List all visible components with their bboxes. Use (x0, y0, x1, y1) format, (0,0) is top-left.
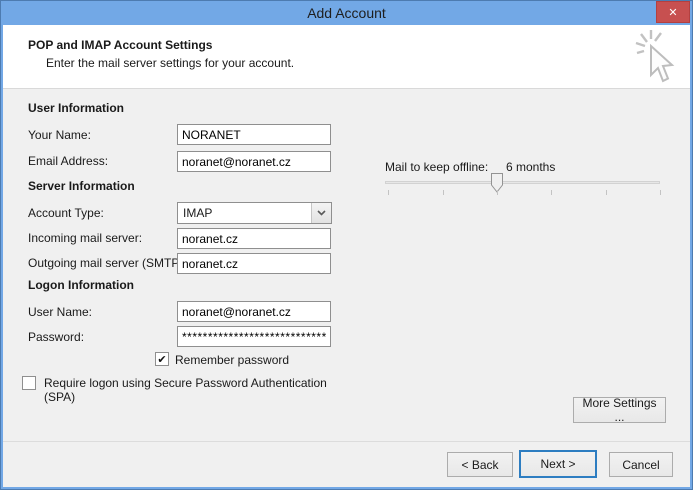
offline-slider-track[interactable] (385, 181, 660, 184)
next-button[interactable]: Next > (519, 450, 597, 478)
your-name-label: Your Name: (28, 128, 91, 142)
slider-tick (660, 190, 661, 195)
account-type-label: Account Type: (28, 206, 104, 220)
click-cursor-icon (634, 29, 678, 87)
add-account-dialog: Add Account ✕ POP and IMAP Account Setti… (0, 0, 693, 490)
chevron-down-icon (317, 210, 326, 216)
incoming-server-input[interactable] (177, 228, 331, 249)
password-label: Password: (28, 330, 84, 344)
email-address-label: Email Address: (28, 154, 108, 168)
cancel-button[interactable]: Cancel (609, 452, 673, 477)
close-button[interactable]: ✕ (656, 1, 690, 23)
outgoing-server-input[interactable] (177, 253, 331, 274)
slider-tick (388, 190, 389, 195)
your-name-input[interactable] (177, 124, 331, 145)
outgoing-server-label: Outgoing mail server (SMTP): (28, 256, 187, 270)
back-button[interactable]: < Back (447, 452, 513, 477)
slider-tick (606, 190, 607, 195)
window-title: Add Account (307, 5, 386, 21)
section-logon-information: Logon Information (28, 278, 134, 292)
slider-tick (551, 190, 552, 195)
email-address-input[interactable] (177, 151, 331, 172)
combo-dropdown-button[interactable] (311, 203, 331, 223)
slider-tick (443, 190, 444, 195)
page-subtitle: Enter the mail server settings for your … (46, 56, 294, 70)
password-input[interactable] (177, 326, 331, 347)
user-name-label: User Name: (28, 305, 92, 319)
remember-password-label: Remember password (175, 353, 289, 367)
offline-slider-label: Mail to keep offline: (385, 160, 488, 174)
page-title: POP and IMAP Account Settings (28, 38, 212, 52)
check-icon: ✔ (157, 353, 166, 366)
section-user-information: User Information (28, 101, 124, 115)
spa-label: Require logon using Secure Password Auth… (44, 376, 344, 404)
offline-slider-value: 6 months (506, 160, 555, 174)
title-bar[interactable]: Add Account (0, 0, 693, 25)
account-type-value: IMAP (178, 206, 311, 220)
user-name-input[interactable] (177, 301, 331, 322)
spa-checkbox[interactable] (22, 376, 36, 390)
remember-password-checkbox[interactable]: ✔ (155, 352, 169, 366)
more-settings-button[interactable]: More Settings ... (573, 397, 666, 423)
close-icon: ✕ (668, 6, 677, 19)
incoming-server-label: Incoming mail server: (28, 231, 142, 245)
account-type-select[interactable]: IMAP (177, 202, 332, 224)
wizard-header: POP and IMAP Account Settings Enter the … (3, 25, 690, 89)
slider-tick (497, 190, 498, 195)
section-server-information: Server Information (28, 179, 135, 193)
